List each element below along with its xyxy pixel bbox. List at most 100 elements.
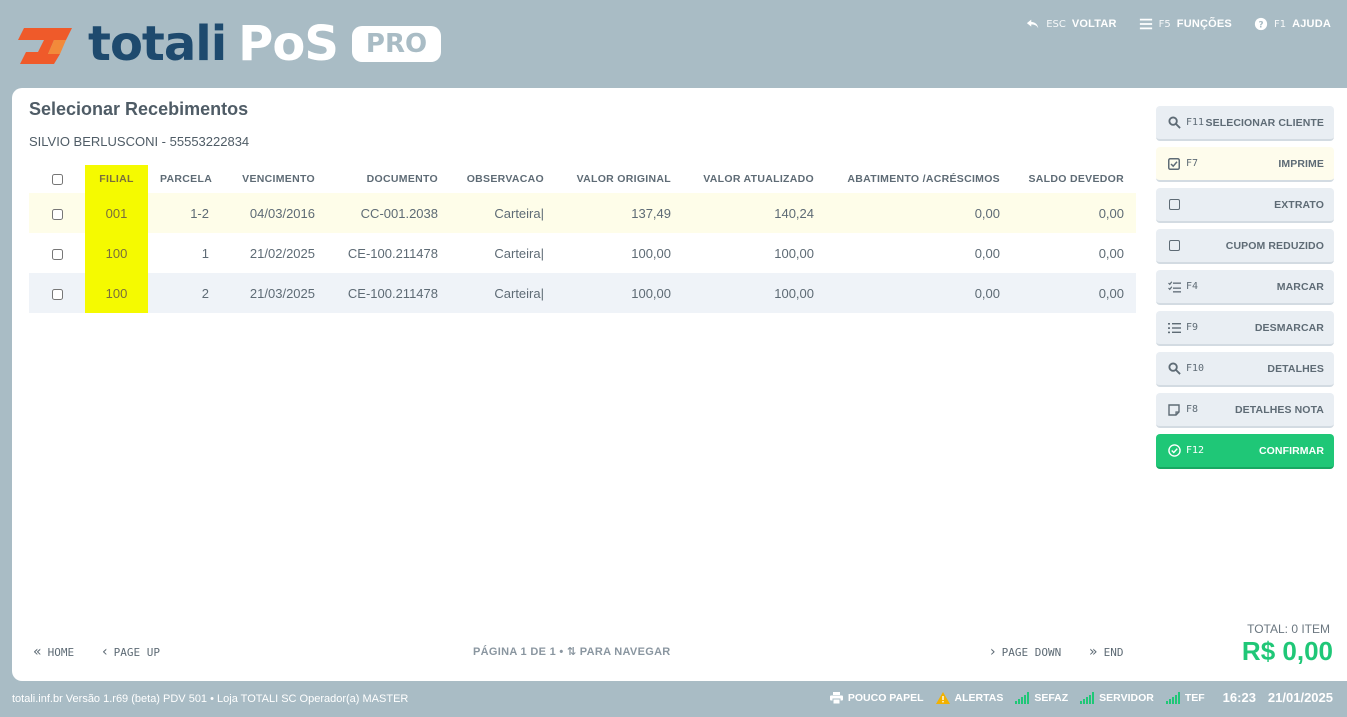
undo-icon bbox=[1027, 19, 1039, 29]
mark-button[interactable]: F4 MARCAR bbox=[1156, 270, 1334, 305]
table-header-row: FILIAL PARCELA VENCIMENTO DOCUMENTO OBSE… bbox=[29, 165, 1136, 193]
row-select-cell bbox=[29, 233, 85, 273]
reduced-receipt-toggle[interactable]: CUPOM REDUZIDO bbox=[1156, 229, 1334, 264]
cell-filial: 100 bbox=[85, 233, 148, 273]
col-abatimento[interactable]: ABATIMENTO /ACRÉSCIMOS bbox=[826, 165, 1012, 193]
pager-prefix: PÁGINA bbox=[473, 646, 518, 658]
note-details-button[interactable]: F8 DETALHES NOTA bbox=[1156, 393, 1334, 428]
svg-text:?: ? bbox=[1258, 21, 1263, 31]
checkbox-icon bbox=[1166, 197, 1182, 213]
cell-saldo: 0,00 bbox=[1098, 285, 1124, 301]
pager-hint: PARA NAVEGAR bbox=[579, 646, 671, 658]
clock-time: 16:23 bbox=[1222, 690, 1256, 705]
col-vencimento[interactable]: VENCIMENTO bbox=[221, 165, 327, 193]
details-button[interactable]: F10 DETALHES bbox=[1156, 352, 1334, 387]
signal-icon bbox=[1015, 691, 1030, 704]
cell-abatimento: 0,00 bbox=[974, 245, 1000, 261]
warning-icon bbox=[935, 691, 950, 704]
col-filial[interactable]: FILIAL bbox=[85, 165, 148, 193]
print-toggle[interactable]: F7 IMPRIME bbox=[1156, 147, 1334, 182]
table-row[interactable]: 100 1 21/02/2025 CE-100.211478 Carteira|… bbox=[29, 233, 1136, 273]
help-label: AJUDA bbox=[1292, 18, 1331, 30]
print-key: F7 bbox=[1186, 158, 1199, 169]
cell-observacao: Carteira| bbox=[494, 245, 544, 261]
alerts-label: ALERTAS bbox=[954, 691, 1004, 704]
select-all-checkbox[interactable] bbox=[51, 173, 63, 185]
cell-observacao: Carteira| bbox=[494, 205, 544, 221]
help-action[interactable]: ? F1 AJUDA bbox=[1254, 17, 1331, 31]
functions-label: FUNÇÕES bbox=[1176, 18, 1232, 30]
server-label: SERVIDOR bbox=[1099, 691, 1154, 704]
clock-date: 21/01/2025 bbox=[1267, 690, 1333, 705]
cell-valor-atualizado: 140,24 bbox=[774, 205, 814, 221]
end-button[interactable]: » END bbox=[1089, 644, 1123, 660]
help-key: F1 bbox=[1273, 18, 1287, 30]
brand-part1: totali bbox=[88, 16, 227, 72]
app-logo: totali PoS PRO bbox=[14, 16, 442, 72]
home-button[interactable]: « HOME bbox=[33, 644, 74, 660]
mark-label: MARCAR bbox=[1276, 280, 1324, 293]
functions-action[interactable]: F5 FUNÇÕES bbox=[1139, 17, 1232, 31]
cell-saldo: 0,00 bbox=[1098, 245, 1124, 261]
details-label: DETALHES bbox=[1267, 362, 1324, 375]
checkbox-icon bbox=[1166, 238, 1182, 254]
select-client-button[interactable]: F11 SELECIONAR CLIENTE bbox=[1156, 106, 1334, 141]
reduced-receipt-label: CUPOM REDUZIDO bbox=[1225, 239, 1324, 252]
row-checkbox[interactable] bbox=[51, 248, 63, 260]
pager-of: DE bbox=[530, 646, 547, 658]
check-circle-icon bbox=[1166, 443, 1182, 459]
note-details-label: DETALHES NOTA bbox=[1235, 403, 1324, 416]
pager: PÁGINA 1 DE 1 • ⇅ PARA NAVEGAR bbox=[473, 645, 671, 658]
statement-label: EXTRATO bbox=[1274, 198, 1324, 211]
confirm-button[interactable]: F12 CONFIRMAR bbox=[1156, 434, 1334, 469]
chevron-left-icon: ‹ bbox=[102, 644, 108, 660]
end-label: END bbox=[1103, 645, 1124, 659]
receivables-table: FILIAL PARCELA VENCIMENTO DOCUMENTO OBSE… bbox=[29, 165, 1136, 313]
unmark-button[interactable]: F9 DESMARCAR bbox=[1156, 311, 1334, 346]
col-valor-original[interactable]: VALOR ORIGINAL bbox=[556, 165, 683, 193]
col-valor-atualizado[interactable]: VALOR ATUALIZADO bbox=[683, 165, 826, 193]
functions-key: F5 bbox=[1158, 18, 1171, 30]
totali-logo-icon bbox=[18, 28, 72, 64]
details-key: F10 bbox=[1186, 363, 1205, 374]
row-checkbox[interactable] bbox=[51, 288, 63, 300]
col-parcela[interactable]: PARCELA bbox=[148, 165, 221, 193]
printer-icon bbox=[829, 691, 843, 704]
col-documento[interactable]: DOCUMENTO bbox=[327, 165, 450, 193]
col-saldo-devedor[interactable]: SALDO DEVEDOR bbox=[1012, 165, 1136, 193]
sefaz-label: SEFAZ bbox=[1034, 691, 1069, 704]
cell-parcela: 2 bbox=[201, 285, 209, 301]
row-select-cell bbox=[29, 193, 85, 233]
search-icon bbox=[1166, 115, 1182, 131]
confirm-label: CONFIRMAR bbox=[1258, 444, 1324, 457]
cell-filial: 001 bbox=[85, 193, 148, 233]
select-client-key: F11 bbox=[1186, 117, 1205, 128]
checklist-icon bbox=[1166, 279, 1182, 295]
tef-status: TEF bbox=[1165, 691, 1205, 704]
page-up-button[interactable]: ‹ PAGE UP bbox=[102, 644, 160, 660]
cell-documento: CE-100.211478 bbox=[347, 285, 438, 301]
cell-parcela: 1 bbox=[201, 245, 209, 261]
pager-total: 1 bbox=[549, 646, 556, 658]
back-action[interactable]: ESC VOLTAR bbox=[1026, 17, 1116, 31]
cell-abatimento: 0,00 bbox=[974, 205, 1000, 221]
search-icon bbox=[1166, 361, 1182, 377]
pager-current: 1 bbox=[520, 646, 527, 658]
chevron-right-icon: › bbox=[990, 644, 996, 660]
table-row[interactable]: 100 2 21/03/2025 CE-100.211478 Carteira|… bbox=[29, 273, 1136, 313]
back-label: VOLTAR bbox=[1071, 18, 1117, 30]
menu-icon bbox=[1139, 18, 1152, 30]
pager-dot: • bbox=[559, 646, 567, 658]
cell-valor-original: 137,49 bbox=[631, 205, 671, 221]
tef-label: TEF bbox=[1184, 691, 1205, 704]
status-info: totali.inf.br Versão 1.r69 (beta) PDV 50… bbox=[12, 693, 409, 705]
table-row[interactable]: 001 1-2 04/03/2016 CC-001.2038 Carteira|… bbox=[29, 193, 1136, 233]
alerts-status[interactable]: ALERTAS bbox=[935, 691, 1004, 704]
page-down-button[interactable]: › PAGE DOWN bbox=[990, 644, 1061, 660]
cell-valor-atualizado: 100,00 bbox=[774, 285, 814, 301]
mark-key: F4 bbox=[1186, 281, 1199, 292]
cell-parcela: 1-2 bbox=[190, 205, 209, 221]
statement-toggle[interactable]: EXTRATO bbox=[1156, 188, 1334, 223]
row-checkbox[interactable] bbox=[51, 208, 63, 220]
col-observacao[interactable]: OBSERVACAO bbox=[450, 165, 556, 193]
